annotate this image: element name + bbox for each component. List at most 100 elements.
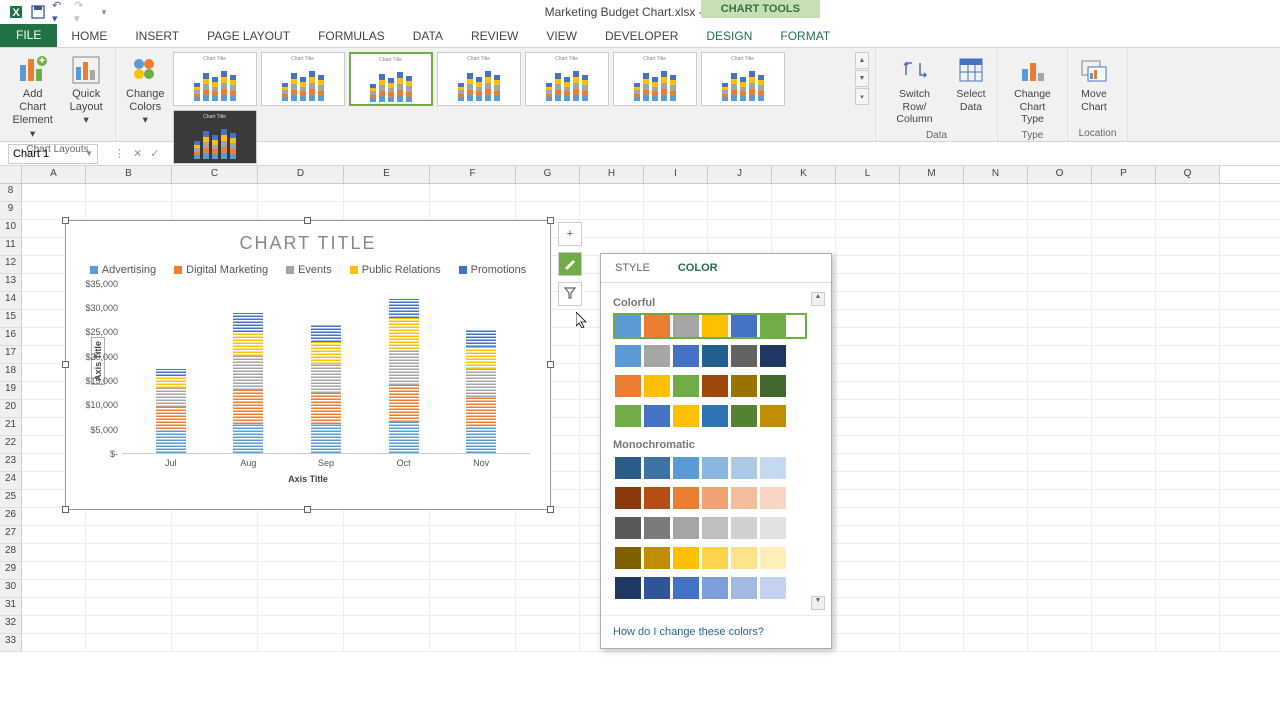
cell[interactable] bbox=[258, 544, 344, 561]
cell[interactable] bbox=[1092, 616, 1156, 633]
ribbon-tab-view[interactable]: VIEW bbox=[532, 25, 591, 47]
cell[interactable] bbox=[22, 508, 86, 525]
ribbon-tab-page-layout[interactable]: PAGE LAYOUT bbox=[193, 25, 304, 47]
row-header[interactable]: 14 bbox=[0, 292, 22, 310]
cell[interactable] bbox=[772, 220, 836, 237]
styles-more-icon[interactable]: ▾ bbox=[855, 88, 869, 105]
data-bar[interactable] bbox=[233, 313, 263, 453]
row-header[interactable]: 28 bbox=[0, 544, 22, 562]
cell[interactable] bbox=[1028, 454, 1092, 471]
worksheet-grid[interactable]: ABCDEFGHIJKLMNOPQ 8910111213141516171819… bbox=[0, 166, 1280, 184]
row-header[interactable]: 11 bbox=[0, 238, 22, 256]
cell[interactable] bbox=[258, 202, 344, 219]
color-scheme-row[interactable] bbox=[613, 373, 807, 399]
chart-styles-button[interactable] bbox=[558, 252, 582, 276]
cell[interactable] bbox=[1028, 490, 1092, 507]
column-header[interactable]: K bbox=[772, 166, 836, 183]
add-chart-element-button[interactable]: + Add ChartElement ▾ bbox=[6, 52, 59, 142]
cell[interactable] bbox=[1092, 436, 1156, 453]
cell[interactable] bbox=[900, 436, 964, 453]
color-scheme-row[interactable] bbox=[613, 545, 807, 571]
cell[interactable] bbox=[172, 202, 258, 219]
qat-customize-icon[interactable]: ▾ bbox=[96, 4, 112, 20]
cell[interactable] bbox=[1156, 400, 1220, 417]
cell[interactable] bbox=[86, 634, 172, 651]
cell[interactable] bbox=[900, 544, 964, 561]
cell[interactable] bbox=[86, 580, 172, 597]
cell[interactable] bbox=[836, 544, 900, 561]
resize-handle[interactable] bbox=[62, 217, 69, 224]
data-bar[interactable] bbox=[311, 325, 341, 453]
name-box[interactable]: Chart 1 ▼ bbox=[8, 144, 98, 164]
cell[interactable] bbox=[900, 472, 964, 489]
row-header[interactable]: 30 bbox=[0, 580, 22, 598]
cell[interactable] bbox=[964, 382, 1028, 399]
cell[interactable] bbox=[344, 202, 430, 219]
row-header[interactable]: 27 bbox=[0, 526, 22, 544]
cell[interactable] bbox=[900, 382, 964, 399]
cell[interactable] bbox=[1156, 274, 1220, 291]
column-header[interactable]: B bbox=[86, 166, 172, 183]
cell[interactable] bbox=[1028, 328, 1092, 345]
popup-scroll-down-icon[interactable]: ▼ bbox=[811, 596, 825, 610]
cell[interactable] bbox=[1156, 382, 1220, 399]
file-tab[interactable]: FILE bbox=[0, 23, 57, 47]
cell[interactable] bbox=[900, 400, 964, 417]
cell[interactable] bbox=[22, 544, 86, 561]
cell[interactable] bbox=[772, 202, 836, 219]
cell[interactable] bbox=[1092, 544, 1156, 561]
cell[interactable] bbox=[22, 562, 86, 579]
cell[interactable] bbox=[344, 526, 430, 543]
row-header[interactable]: 21 bbox=[0, 418, 22, 436]
column-header[interactable]: M bbox=[900, 166, 964, 183]
cell[interactable] bbox=[964, 472, 1028, 489]
cell[interactable] bbox=[900, 634, 964, 651]
cell[interactable] bbox=[1092, 454, 1156, 471]
cell[interactable] bbox=[430, 508, 516, 525]
column-header[interactable]: G bbox=[516, 166, 580, 183]
cell[interactable] bbox=[22, 634, 86, 651]
cell[interactable] bbox=[964, 436, 1028, 453]
cell[interactable] bbox=[1092, 526, 1156, 543]
cell[interactable] bbox=[836, 580, 900, 597]
cell[interactable] bbox=[86, 184, 172, 201]
cell[interactable] bbox=[1092, 490, 1156, 507]
cell[interactable] bbox=[836, 526, 900, 543]
cell[interactable] bbox=[1028, 382, 1092, 399]
row-header[interactable]: 31 bbox=[0, 598, 22, 616]
chart-filter-button[interactable] bbox=[558, 282, 582, 306]
cell[interactable] bbox=[1028, 544, 1092, 561]
cell[interactable] bbox=[1028, 220, 1092, 237]
chart-style-thumb[interactable]: Chart Title bbox=[173, 52, 257, 106]
cell[interactable] bbox=[964, 184, 1028, 201]
cell[interactable] bbox=[580, 220, 644, 237]
cell[interactable] bbox=[344, 508, 430, 525]
row-header[interactable]: 15 bbox=[0, 310, 22, 328]
row-header[interactable]: 13 bbox=[0, 274, 22, 292]
ribbon-tab-insert[interactable]: INSERT bbox=[121, 25, 193, 47]
cell[interactable] bbox=[964, 274, 1028, 291]
cell[interactable] bbox=[430, 184, 516, 201]
embedded-chart[interactable]: CHART TITLE AdvertisingDigital Marketing… bbox=[65, 220, 551, 510]
cell[interactable] bbox=[430, 580, 516, 597]
cell[interactable] bbox=[836, 400, 900, 417]
cell[interactable] bbox=[86, 508, 172, 525]
cell[interactable] bbox=[1156, 490, 1220, 507]
ribbon-tab-design[interactable]: DESIGN bbox=[692, 25, 766, 47]
column-header[interactable]: A bbox=[22, 166, 86, 183]
chart-elements-button[interactable]: + bbox=[558, 222, 582, 246]
cell[interactable] bbox=[258, 580, 344, 597]
cell[interactable] bbox=[900, 418, 964, 435]
cell[interactable] bbox=[1092, 220, 1156, 237]
cell[interactable] bbox=[1156, 184, 1220, 201]
undo-icon[interactable]: ↶ ▾ bbox=[52, 4, 68, 20]
cell[interactable] bbox=[1156, 598, 1220, 615]
cell[interactable] bbox=[836, 202, 900, 219]
cell[interactable] bbox=[1092, 202, 1156, 219]
chart-legend[interactable]: AdvertisingDigital MarketingEventsPublic… bbox=[66, 260, 550, 284]
resize-handle[interactable] bbox=[304, 217, 311, 224]
color-scheme-row[interactable] bbox=[613, 575, 807, 601]
cell[interactable] bbox=[964, 202, 1028, 219]
column-header[interactable]: E bbox=[344, 166, 430, 183]
cell[interactable] bbox=[836, 562, 900, 579]
